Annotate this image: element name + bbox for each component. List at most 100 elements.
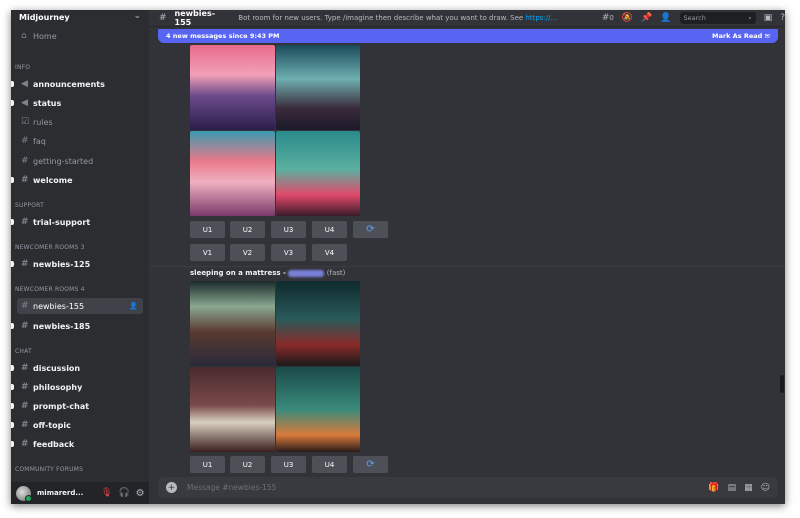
emoji-icon[interactable]: ☺	[761, 483, 770, 493]
category-info[interactable]: INFO	[15, 64, 30, 71]
gift-icon[interactable]: 🎁	[708, 483, 719, 493]
user-mention-blurred	[288, 269, 325, 277]
server-name[interactable]: Midjourney	[19, 13, 70, 22]
upscale-button-3[interactable]: U3	[271, 221, 306, 238]
reroll-button[interactable]: ⟳	[353, 221, 388, 238]
headphones-muted-icon[interactable]: 🎧	[118, 488, 129, 498]
home-icon: ⌂	[21, 31, 27, 41]
upscale-button-1[interactable]: U1	[190, 221, 225, 238]
upscale-button-4[interactable]: U4	[312, 456, 347, 473]
threads-hash-icon: #	[21, 321, 29, 331]
notification-muted-icon[interactable]: 🔕	[622, 13, 633, 23]
category-community-forums[interactable]: COMMUNITY FORUMS	[15, 466, 83, 473]
threads-hash-icon: #	[21, 382, 29, 392]
settings-gear-icon[interactable]: ⚙	[136, 488, 145, 499]
sidebar-item-trial-support[interactable]: # trial-support	[11, 214, 143, 230]
message-input[interactable]: + Message #newbies-155 🎁 ▤ ▦ ☺	[158, 477, 778, 498]
upscale-button-2[interactable]: U2	[230, 456, 265, 473]
channel-topic: Bot room for new users. Type /imagine th…	[238, 14, 558, 22]
chevron-down-icon[interactable]: ⌄	[133, 11, 141, 21]
variation-button-1[interactable]: V1	[190, 244, 225, 261]
sidebar-item-newbies-125[interactable]: # newbies-125	[11, 256, 143, 272]
reroll-button[interactable]: ⟳	[353, 456, 388, 473]
variation-button-2[interactable]: V2	[230, 244, 265, 261]
variation-button-4[interactable]: V4	[312, 244, 347, 261]
category-chat[interactable]: CHAT	[15, 348, 32, 355]
generated-image[interactable]	[190, 281, 275, 366]
upscale-button-1[interactable]: U1	[190, 456, 225, 473]
generated-image[interactable]	[275, 367, 360, 452]
add-attachment-icon[interactable]: +	[166, 482, 177, 493]
category-support[interactable]: SUPPORT	[15, 202, 44, 209]
message-header: sleeping on a mattress - (fast)	[190, 269, 346, 277]
sidebar-item-status[interactable]: ◀ status	[11, 95, 143, 111]
threads-hash-icon: #	[159, 13, 167, 23]
sidebar-item-welcome[interactable]: # welcome	[11, 172, 143, 188]
members-icon[interactable]: 👤	[660, 13, 671, 23]
generated-image[interactable]	[275, 45, 360, 130]
sidebar-item-home[interactable]: ⌂ Home	[17, 28, 143, 44]
mic-muted-icon[interactable]: 🎙	[101, 488, 112, 498]
megaphone-icon: ◀	[21, 98, 28, 108]
user-panel: mimarerd... 🎙 🎧 ⚙	[11, 482, 149, 504]
channel-sidebar: Midjourney ⌄ ⌂ Home INFO ◀ announcements ◀…	[11, 10, 149, 504]
hash-icon: #	[21, 156, 29, 166]
rules-icon: ☑	[21, 117, 30, 127]
threads-icon[interactable]: #0	[602, 13, 614, 23]
generated-image[interactable]	[275, 281, 360, 366]
inbox-icon[interactable]: ▣	[764, 13, 773, 23]
scrollbar[interactable]	[780, 375, 784, 393]
image-grid[interactable]	[190, 281, 360, 452]
avatar[interactable]	[16, 485, 32, 502]
pin-icon[interactable]: 📌	[641, 13, 652, 23]
threads-hash-icon: #	[21, 363, 29, 373]
generated-image[interactable]	[190, 367, 275, 452]
refresh-icon: ⟳	[366, 224, 375, 235]
threads-hash-icon: #	[21, 301, 29, 311]
hash-icon: #	[21, 136, 29, 146]
new-messages-banner[interactable]: 4 new messages since 9:43 PM Mark As Rea…	[158, 29, 778, 43]
sidebar-item-rules[interactable]: ☑ rules	[17, 114, 143, 130]
mark-as-read-button[interactable]: Mark As Read ✉	[712, 32, 770, 40]
generated-image[interactable]	[275, 131, 360, 216]
sidebar-item-newbies-185[interactable]: # newbies-185	[11, 318, 143, 334]
generated-image[interactable]	[190, 45, 275, 130]
sidebar-item-announcements[interactable]: ◀ announcements	[11, 76, 143, 92]
divider	[149, 266, 785, 267]
upscale-button-4[interactable]: U4	[312, 221, 347, 238]
username: mimarerd...	[37, 489, 84, 497]
channel-header: # newbies-155 Bot room for new users. Ty…	[149, 10, 785, 27]
search-icon: ⌕	[748, 14, 752, 22]
sidebar-item-newbies-155[interactable]: # newbies-155 👤	[17, 298, 143, 314]
variation-button-3[interactable]: V3	[271, 244, 306, 261]
sidebar-item-faq[interactable]: # faq	[17, 133, 143, 149]
add-member-icon[interactable]: 👤	[129, 302, 138, 310]
sidebar-item-discussion[interactable]: # discussion	[11, 360, 143, 376]
gif-icon[interactable]: ▤	[728, 483, 737, 493]
sidebar-item-prompt-chat[interactable]: # prompt-chat	[11, 398, 143, 414]
image-grid[interactable]	[190, 45, 360, 216]
topic-link[interactable]: https://...	[525, 14, 557, 22]
sidebar-item-off-topic[interactable]: # off-topic	[11, 417, 143, 433]
hash-icon: #	[21, 217, 29, 227]
upscale-button-2[interactable]: U2	[230, 221, 265, 238]
sidebar-item-feedback[interactable]: # feedback	[11, 436, 143, 452]
hash-icon: #	[21, 420, 29, 430]
upscale-button-3[interactable]: U3	[271, 456, 306, 473]
discord-window: Midjourney ⌄ ⌂ Home INFO ◀ announcements ◀…	[11, 10, 785, 504]
category-newcomer-rooms-3[interactable]: NEWCOMER ROOMS 3	[15, 244, 85, 251]
help-icon[interactable]: ?	[780, 13, 785, 23]
hash-icon: #	[21, 401, 29, 411]
refresh-icon: ⟳	[366, 459, 375, 470]
sidebar-item-philosophy[interactable]: # philosophy	[11, 379, 143, 395]
search-input[interactable]: Search ⌕	[679, 12, 756, 24]
channel-title: newbies-155	[174, 10, 216, 27]
hash-icon: #	[21, 175, 29, 185]
threads-hash-icon: #	[21, 259, 29, 269]
generated-image[interactable]	[190, 131, 275, 216]
megaphone-icon: ◀	[21, 79, 28, 89]
sticker-icon[interactable]: ▦	[744, 483, 753, 493]
sidebar-item-getting-started[interactable]: # getting-started	[17, 153, 143, 169]
hash-icon: #	[21, 439, 29, 449]
category-newcomer-rooms-4[interactable]: NEWCOMER ROOMS 4	[15, 286, 85, 293]
